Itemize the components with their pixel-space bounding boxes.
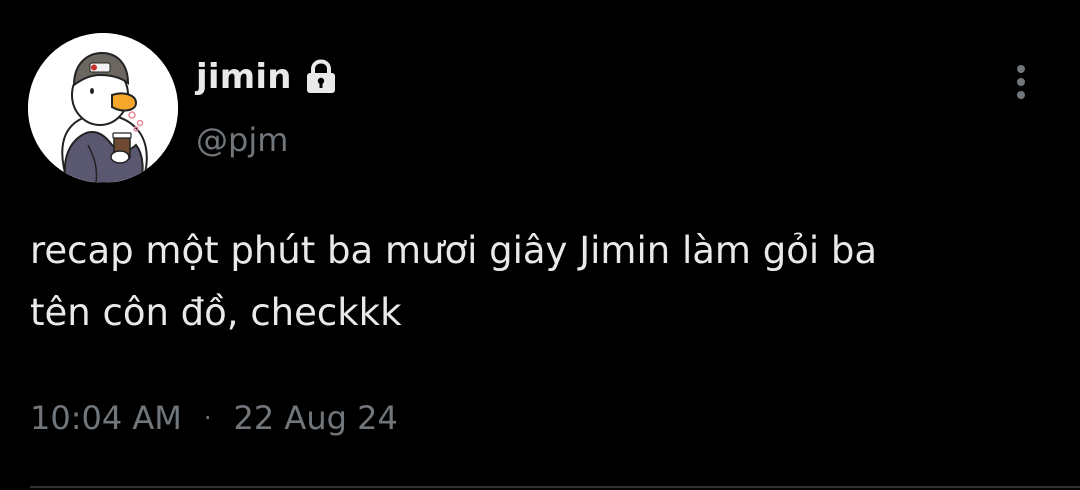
display-name[interactable]: jimin (196, 55, 292, 99)
separator-dot: · (203, 404, 212, 432)
more-options-button[interactable] (1004, 60, 1038, 104)
tweet-metadata: 10:04 AM · 22 Aug 24 (30, 396, 398, 440)
tweet-detail: jimin @pjm recap một phút ba mươi giây J… (0, 0, 1080, 490)
tweet-date[interactable]: 22 Aug 24 (234, 396, 398, 440)
author-name-row: jimin (196, 55, 338, 99)
divider (30, 486, 1080, 488)
tweet-time[interactable]: 10:04 AM (30, 396, 182, 440)
tweet-text: recap một phút ba mươi giây Jimin làm gỏ… (30, 229, 878, 334)
avatar[interactable] (28, 33, 178, 183)
lock-icon (304, 59, 338, 95)
author-handle[interactable]: @pjm (196, 120, 288, 160)
more-vertical-icon (1017, 65, 1025, 99)
duck-avatar-icon (28, 33, 178, 183)
